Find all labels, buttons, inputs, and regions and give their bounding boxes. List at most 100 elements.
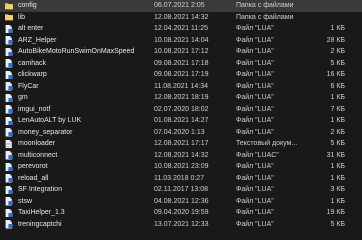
file-date: 10.08.2021 17:12 — [154, 48, 209, 55]
list-item[interactable]: TaxiHelper_1.3 09.04.2020 19:59 Файл "LUA"… — [0, 207, 362, 219]
list-item[interactable]: multiconnect 12.08.2021 14:32 Файл "LUAC" 3… — [0, 150, 362, 162]
file-size: 2 КБ — [330, 48, 345, 55]
file-type: Файл "LUA" — [236, 163, 274, 170]
file-date: 12.04.2021 11:25 — [154, 25, 208, 32]
lua-file-icon — [5, 197, 13, 206]
file-name: imgui_notf — [18, 105, 51, 113]
file-date: 02.07.2020 18:02 — [154, 105, 209, 113]
lua-file-icon — [5, 128, 13, 137]
list-item-selected[interactable]: config 06.07.2021 2:05 Папка с файлами — [0, 0, 362, 12]
file-type: Файл "LUA" — [236, 25, 274, 32]
file-name: reload_all — [18, 174, 49, 182]
list-item[interactable]: moonloader 12.08.2021 17:17 Текстовый доку… — [0, 138, 362, 150]
list-item[interactable]: money_separator 07.04.2020 1:13 Файл "LUA"… — [0, 127, 362, 139]
list-item[interactable]: AutoBikeMotoRunSwimOnMaxSpeed 10.08.2021 … — [0, 46, 362, 58]
file-date: 07.04.2020 1:13 — [154, 128, 205, 136]
list-item[interactable]: ARZ_Helper 10.08.2021 14:04 Файл "LUA" 28 К… — [0, 35, 362, 47]
file-date: 13.07.2021 12:33 — [154, 220, 209, 228]
list-item[interactable]: perevorot 10.08.2021 23:09 Файл "LUA" 1 КБ — [0, 161, 362, 173]
file-type: Файл "LUA" — [236, 174, 274, 182]
lua-file-icon — [5, 174, 13, 183]
lua-file-icon — [5, 59, 13, 68]
file-size: 31 КБ — [326, 151, 345, 159]
file-name: multiconnect — [18, 151, 58, 159]
file-type: Файл "LUA" — [236, 197, 274, 205]
file-size: 1 КБ — [330, 174, 345, 182]
file-type: Файл "LUA" — [236, 71, 274, 78]
file-type: Файл "LUA" — [236, 59, 274, 67]
file-size: 5 КБ — [330, 140, 345, 147]
lua-file-icon — [5, 220, 13, 229]
file-type: Текстовый докум... — [236, 140, 298, 147]
file-date: 02.11.2017 13:08 — [154, 186, 208, 193]
file-date: 12.08.2021 18:19 — [154, 94, 209, 101]
file-size: 5 КБ — [330, 220, 345, 228]
file-name: AutoBikeMotoRunSwimOnMaxSpeed — [18, 48, 135, 55]
file-size: 28 КБ — [326, 36, 345, 44]
folder-icon — [5, 13, 13, 22]
file-name: LenAutoALT by LUK — [18, 117, 82, 124]
file-name: money_separator — [18, 128, 73, 136]
file-name: config — [18, 2, 37, 9]
file-name: moonloader — [18, 140, 55, 147]
file-size: 2 КБ — [330, 128, 345, 136]
file-type: Папка с файлами — [236, 2, 294, 9]
file-name: camhack — [18, 59, 47, 67]
file-name: treningcaptchi — [18, 220, 62, 228]
file-name: SF Integration — [18, 186, 62, 193]
lua-file-icon — [5, 93, 13, 102]
file-size: 7 КБ — [330, 105, 345, 113]
list-item[interactable]: treningcaptchi 13.07.2021 12:33 Файл "LUA"… — [0, 219, 362, 231]
list-item[interactable]: imgui_notf 02.07.2020 18:02 Файл "LUA" 7 КБ — [0, 104, 362, 116]
list-item[interactable]: SF Integration 02.11.2017 13:08 Файл "LUA"… — [0, 184, 362, 196]
file-date: 11.08.2021 14:34 — [154, 82, 208, 90]
list-item[interactable]: reload_all 11.03.2018 0:27 Файл "LUA" 1 КБ — [0, 173, 362, 185]
lua-file-icon — [5, 208, 13, 217]
file-date: 01.08.2021 14:27 — [154, 117, 209, 124]
file-date: 06.07.2021 2:05 — [154, 2, 205, 9]
text-file-icon — [5, 139, 13, 148]
list-item[interactable]: stsw 04.08.2021 12:36 Файл "LUA" 1 КБ — [0, 196, 362, 208]
file-type: Файл "LUA" — [236, 105, 274, 113]
file-type: Файл "LUA" — [236, 94, 274, 101]
file-date: 12.08.2021 17:17 — [154, 140, 209, 147]
luac-file-icon — [5, 151, 13, 160]
list-item[interactable]: FlyCar 11.08.2021 14:34 Файл "LUA" 6 КБ — [0, 81, 362, 93]
lua-file-icon — [5, 24, 13, 33]
file-type: Папка с файлами — [236, 13, 294, 21]
file-date: 09.08.2021 17:18 — [154, 59, 209, 67]
folder-icon — [5, 2, 13, 11]
file-name: clickwarp — [18, 71, 47, 78]
file-type: Файл "LUA" — [236, 220, 274, 228]
list-item[interactable]: lib 12.08.2021 14:32 Папка с файлами — [0, 12, 362, 24]
list-item[interactable]: camhack 09.08.2021 17:18 Файл "LUA" 5 КБ — [0, 58, 362, 70]
file-date: 11.03.2018 0:27 — [154, 174, 205, 182]
file-date: 09.04.2020 19:59 — [154, 209, 209, 216]
list-item[interactable]: alt enter 12.04.2021 11:25 Файл "LUA" 1 КБ — [0, 23, 362, 35]
file-size: 1 КБ — [330, 94, 345, 101]
lua-file-icon — [5, 116, 13, 125]
lua-file-icon — [5, 185, 13, 194]
lua-file-icon — [5, 47, 13, 56]
file-name: lib — [18, 13, 26, 21]
file-type: Файл "LUAC" — [236, 151, 279, 159]
lua-file-icon — [5, 162, 13, 171]
list-item[interactable]: gm 12.08.2021 18:19 Файл "LUA" 1 КБ — [0, 92, 362, 104]
file-type: Файл "LUA" — [236, 128, 274, 136]
file-size: 1 КБ — [330, 117, 345, 124]
file-size: 3 КБ — [330, 186, 345, 193]
file-date: 12.08.2021 14:32 — [154, 13, 209, 21]
file-date: 09.08.2021 17:19 — [154, 71, 209, 78]
file-type: Файл "LUA" — [236, 82, 274, 90]
file-size: 1 КБ — [330, 163, 345, 170]
file-date: 04.08.2021 12:36 — [154, 197, 209, 205]
file-rows: config 06.07.2021 2:05 Папка с файлами lib 1… — [0, 0, 362, 230]
list-item[interactable]: clickwarp 09.08.2021 17:19 Файл "LUA" 16 КБ — [0, 69, 362, 81]
list-item[interactable]: LenAutoALT by LUK 01.08.2021 14:27 Файл "L… — [0, 115, 362, 127]
file-size: 19 КБ — [326, 209, 345, 216]
file-name: perevorot — [18, 163, 48, 170]
file-date: 10.08.2021 14:04 — [154, 36, 209, 44]
lua-file-icon — [5, 70, 13, 79]
file-size: 1 КБ — [330, 197, 345, 205]
file-name: stsw — [18, 197, 32, 205]
